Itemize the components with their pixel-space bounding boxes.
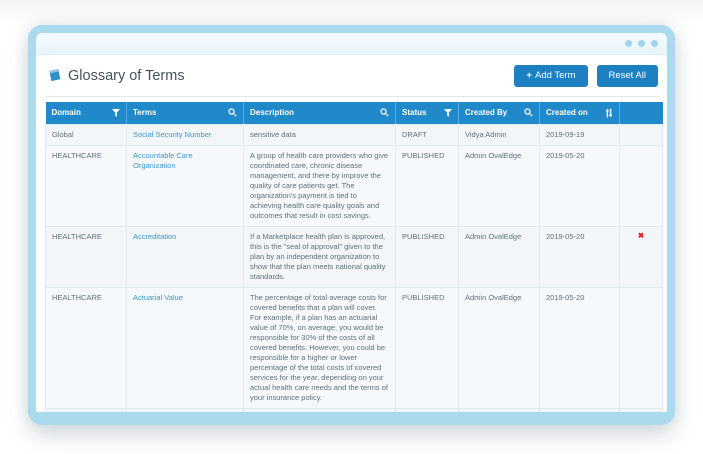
add-term-label: Add Term <box>535 70 576 81</box>
term-link[interactable]: Social Security Number <box>133 130 211 139</box>
cell-status: PUBLISHED <box>395 407 459 412</box>
cell-description: sensitive data <box>243 123 396 146</box>
cell-domain: HEALTHCARE <box>45 286 127 409</box>
cell-created_on: 2019-05-20 <box>539 225 620 288</box>
glossary-book-icon <box>47 68 62 83</box>
cell-created_on: 2019-05-20 <box>539 407 620 412</box>
cell-created_on: 2019-09-19 <box>539 123 620 146</box>
reset-all-label: Reset All <box>608 70 647 81</box>
cell-domain: HEALTHCARE <box>45 407 127 412</box>
cell-description: Your total (or "gross") income for the t… <box>243 407 396 412</box>
add-term-button[interactable]: + Add Term <box>514 65 588 87</box>
column-header-created_by[interactable]: Created By <box>458 101 540 124</box>
column-label-created_on: Created on <box>546 108 588 117</box>
page-content: Glossary of Terms + Add Term Reset All Do… <box>36 55 667 423</box>
window-title-bar <box>36 33 667 55</box>
search-icon[interactable] <box>380 108 389 117</box>
cell-actions <box>619 144 663 227</box>
column-header-created_on[interactable]: Created on <box>539 101 620 124</box>
column-header-domain[interactable]: Domain <box>45 101 127 124</box>
cell-status: DRAFT <box>395 123 459 146</box>
column-header-actions <box>619 101 663 124</box>
cell-actions <box>619 286 663 409</box>
table-row: HEALTHCARE Actuarial Value The percentage … <box>45 286 663 409</box>
page-header: Glossary of Terms + Add Term Reset All <box>45 62 660 97</box>
cell-actions <box>619 123 663 146</box>
filter-icon[interactable] <box>112 108 120 117</box>
cell-created_on: 2019-05-20 <box>539 286 620 409</box>
cell-description: The percentage of total average costs fo… <box>243 286 396 409</box>
window-dot-icon <box>638 40 645 47</box>
filter-icon[interactable] <box>444 108 452 117</box>
cell-domain: HEALTHCARE <box>45 144 127 227</box>
glossary-table: Domain Terms Description Status Created By Cr… <box>45 101 663 423</box>
column-label-created_by: Created By <box>465 108 508 117</box>
cell-terms: Adjusted Gross Income (AGI) <box>126 407 244 423</box>
cell-status: PUBLISHED <box>395 225 459 288</box>
cell-created_by: Vidya Admin <box>458 123 540 146</box>
cell-created_by: Admin OvalEdge <box>458 144 540 227</box>
cell-created_by: Admin OvalEdge <box>458 225 540 288</box>
term-link[interactable]: Adjusted Gross Income (AGI) <box>133 414 231 423</box>
window-dot-icon <box>651 40 658 47</box>
sort-icon[interactable] <box>605 108 613 118</box>
delete-icon[interactable]: ✖ <box>626 231 656 240</box>
table-row: HEALTHCARE Accreditation If a Marketplace … <box>45 225 663 288</box>
column-label-domain: Domain <box>51 108 81 117</box>
cell-actions <box>619 407 663 412</box>
table-row: HEALTHCARE Adjusted Gross Income (AGI) You… <box>45 407 663 423</box>
cell-domain: Global <box>45 123 127 146</box>
cell-terms: Accreditation <box>126 225 244 288</box>
table-row: Global Social Security Number sensitive da… <box>45 123 663 146</box>
cell-description: If a Marketplace health plan is approved… <box>243 225 396 288</box>
cell-domain: HEALTHCARE <box>45 225 127 288</box>
search-icon[interactable] <box>228 108 237 117</box>
search-icon[interactable] <box>524 108 533 117</box>
column-header-terms[interactable]: Terms <box>126 101 244 124</box>
column-header-status[interactable]: Status <box>395 101 459 124</box>
table-body: Global Social Security Number sensitive da… <box>45 123 663 423</box>
column-label-terms: Terms <box>133 108 157 117</box>
cell-terms: Social Security Number <box>126 123 244 146</box>
cell-description: A group of health care providers who giv… <box>243 144 396 227</box>
plus-icon: + <box>526 70 533 81</box>
cell-created_by: Admin OvalEdge <box>458 407 540 412</box>
column-header-description[interactable]: Description <box>243 101 396 124</box>
term-link[interactable]: Actuarial Value <box>133 293 183 302</box>
cell-status: PUBLISHED <box>395 286 459 409</box>
table-header-row: Domain Terms Description Status Created By Cr… <box>45 101 663 124</box>
cell-status: PUBLISHED <box>395 144 459 227</box>
cell-terms: Actuarial Value <box>126 286 244 409</box>
reset-all-button[interactable]: Reset All <box>596 65 658 87</box>
table-row: HEALTHCARE Accountable Care Organization A… <box>45 144 663 227</box>
term-link[interactable]: Accreditation <box>133 232 176 241</box>
cell-created_by: Admin OvalEdge <box>458 286 540 409</box>
cell-created_on: 2019-05-20 <box>539 144 620 227</box>
cell-terms: Accountable Care Organization <box>126 144 244 227</box>
column-label-status: Status <box>402 108 427 117</box>
term-link[interactable]: Accountable Care Organization <box>133 151 193 170</box>
column-label-description: Description <box>250 108 295 117</box>
cell-actions: ✖ <box>619 225 663 288</box>
window-dot-icon <box>625 40 632 47</box>
page-title: Glossary of Terms <box>68 67 185 84</box>
app-window: Glossary of Terms + Add Term Reset All Do… <box>28 25 675 425</box>
